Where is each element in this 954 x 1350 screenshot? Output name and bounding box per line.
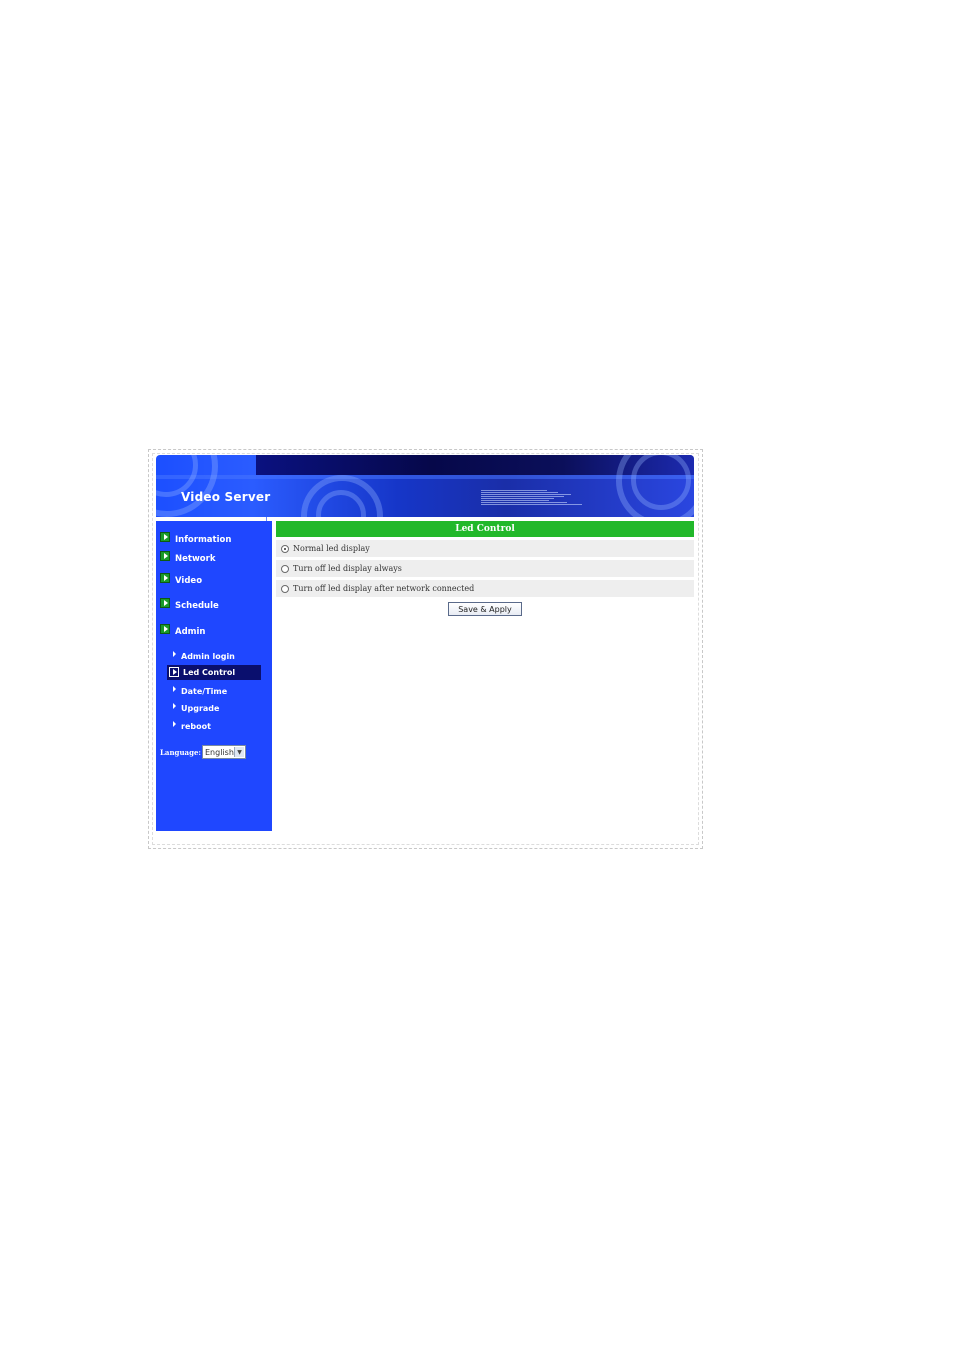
save-apply-button[interactable]: Save & Apply [448, 602, 522, 616]
green-arrow-icon [160, 573, 170, 583]
banner-fine-print-decoration [481, 490, 591, 505]
language-row: Language: English ▼ [160, 745, 246, 759]
triangle-arrow-icon [173, 685, 176, 692]
header-banner: Video Server [156, 455, 694, 517]
sidebar-item-label: Network [175, 554, 216, 564]
radio-button[interactable] [281, 564, 289, 573]
option-label: Turn off led display after network conne… [293, 584, 475, 593]
green-arrow-icon [160, 551, 170, 561]
chevron-down-icon[interactable]: ▼ [234, 747, 244, 757]
option-led-off-after-network[interactable]: Turn off led display after network conne… [276, 580, 694, 597]
sidebar-subitem-label: Admin login [181, 652, 235, 661]
sidebar-subitem-reboot[interactable]: reboot [167, 719, 261, 734]
sidebar-item-admin[interactable]: Admin [160, 624, 206, 639]
sidebar-subitem-admin-login[interactable]: Admin login [167, 649, 261, 664]
sidebar-subitem-upgrade[interactable]: Upgrade [167, 701, 261, 716]
sidebar-subitem-date-time[interactable]: Date/Time [167, 684, 261, 699]
triangle-arrow-icon [173, 720, 176, 727]
option-normal-led-display[interactable]: Normal led display [276, 540, 694, 557]
language-label: Language: [160, 747, 201, 757]
green-arrow-icon [160, 598, 170, 608]
sidebar-item-video[interactable]: Video [160, 573, 203, 588]
option-label: Turn off led display always [293, 564, 402, 573]
sidebar-item-label: Information [175, 535, 232, 545]
sidebar-subitem-label: reboot [181, 722, 211, 731]
option-label: Normal led display [293, 544, 370, 553]
sidebar-subitem-label: Upgrade [181, 704, 220, 713]
sidebar-subitem-label: Date/Time [181, 687, 228, 696]
language-select-value: English [205, 747, 234, 757]
sidebar-subitem-led-control[interactable]: Led Control [167, 665, 261, 680]
radio-button[interactable] [281, 584, 289, 593]
triangle-arrow-icon [173, 702, 176, 709]
green-arrow-icon [160, 624, 170, 634]
language-select[interactable]: English ▼ [202, 745, 246, 759]
green-arrow-icon [160, 532, 170, 542]
sidebar: Information Network Video Schedule Admin… [156, 521, 272, 831]
sidebar-item-label: Video [175, 576, 203, 586]
radio-button[interactable] [281, 544, 289, 553]
option-led-off-always[interactable]: Turn off led display always [276, 560, 694, 577]
app-title: Video Server [181, 490, 271, 504]
triangle-arrow-icon [169, 666, 179, 677]
banner-stripe [156, 475, 694, 479]
sidebar-item-network[interactable]: Network [160, 551, 216, 566]
sidebar-item-schedule[interactable]: Schedule [160, 598, 219, 613]
sidebar-item-label: Schedule [175, 601, 219, 611]
sidebar-item-label: Admin [175, 627, 206, 637]
sidebar-item-information[interactable]: Information [160, 532, 232, 547]
triangle-arrow-icon [173, 650, 176, 657]
panel-title: Led Control [276, 521, 694, 537]
sidebar-subitem-label: Led Control [183, 668, 236, 677]
